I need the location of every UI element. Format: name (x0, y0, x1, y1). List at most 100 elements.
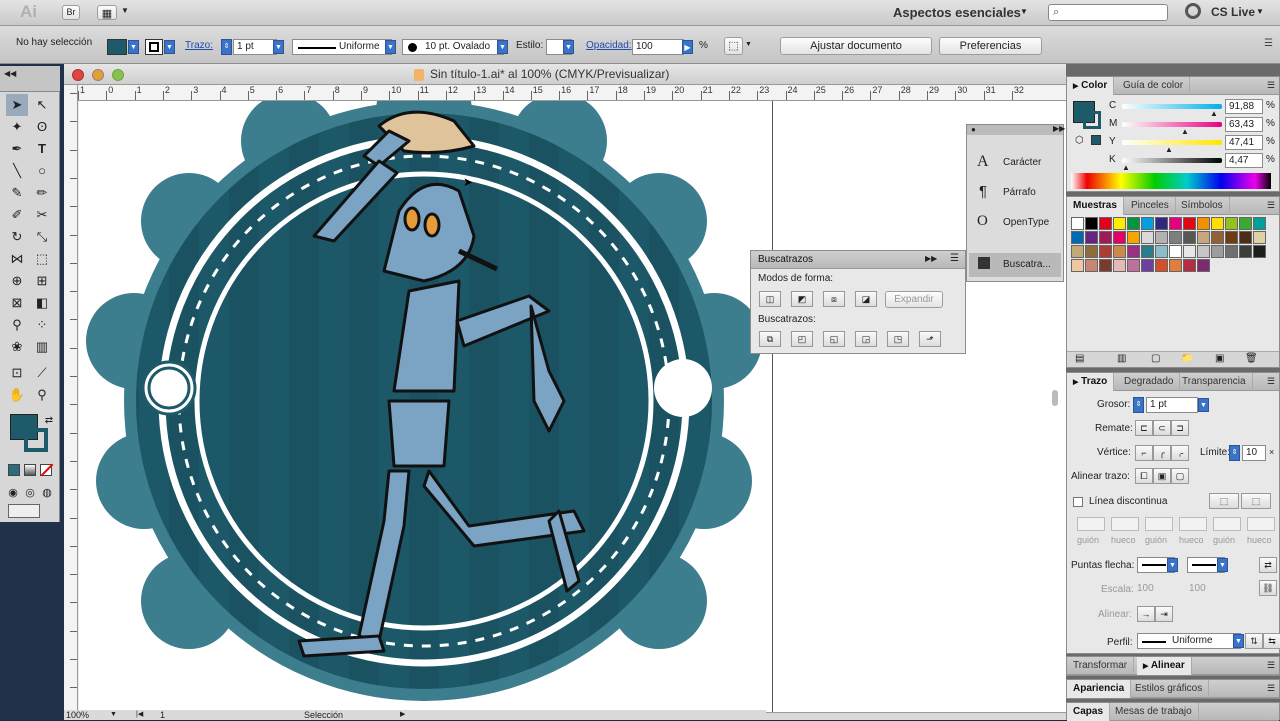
dash-field[interactable] (1179, 517, 1207, 531)
opacity-label[interactable]: Opacidad: (586, 40, 632, 52)
link-scale-icon[interactable]: ⛓ (1259, 580, 1277, 596)
butt-cap-icon[interactable]: ⊏ (1135, 420, 1153, 436)
dash-preserve-icon[interactable]: ⬚ (1209, 493, 1239, 509)
channel-slider[interactable] (1122, 122, 1222, 127)
swatch[interactable] (1225, 245, 1238, 258)
arrow-scale-end[interactable]: 100 (1189, 583, 1206, 595)
fill-dropdown-icon[interactable]: ▼ (128, 40, 139, 54)
swatch[interactable] (1225, 217, 1238, 230)
exclude-icon[interactable]: ◪ (855, 291, 877, 307)
swatch[interactable] (1197, 217, 1210, 230)
weight-stepper[interactable]: ⇕ (1133, 397, 1144, 413)
character-panel-button[interactable]: A Carácter (967, 151, 1063, 175)
dash-field[interactable] (1145, 517, 1173, 531)
swatch[interactable] (1197, 259, 1210, 272)
end-arrowhead-dropdown-icon[interactable]: ▼ (1217, 558, 1228, 572)
show-swatch-kinds-icon[interactable]: ▥ (1117, 353, 1126, 364)
swatch-grid[interactable] (1071, 217, 1267, 337)
zoom-level[interactable]: 100% (66, 710, 89, 720)
artboard-canvas[interactable]: ➤ (79, 101, 1066, 712)
isolate-dropdown-icon[interactable]: ▼ (745, 41, 752, 48)
unite-icon[interactable]: ◫ (759, 291, 781, 307)
swatch[interactable] (1099, 245, 1112, 258)
tab-transform[interactable]: Transformar (1067, 657, 1135, 675)
swatch[interactable] (1155, 245, 1168, 258)
ellipse-tool-icon[interactable]: ○ (31, 160, 53, 182)
first-artboard-icon[interactable]: |◀ (136, 710, 143, 720)
merge-icon[interactable]: ◱ (823, 331, 845, 347)
scale-tool-icon[interactable]: ⤡ (31, 226, 53, 248)
swatch[interactable] (1155, 231, 1168, 244)
perspective-tool-icon[interactable]: ⊞ (31, 270, 53, 292)
pencil-tool-icon[interactable]: ✏ (31, 182, 53, 204)
swatch[interactable] (1113, 259, 1126, 272)
graph-tool-icon[interactable]: ▥ (31, 336, 53, 358)
stroke-dropdown-icon[interactable]: ▼ (164, 40, 175, 54)
tab-symbols[interactable]: Símbolos (1175, 197, 1230, 215)
dash-field[interactable] (1111, 517, 1139, 531)
stroke-profile-dropdown-icon[interactable]: ▼ (385, 40, 396, 54)
hand-tool-icon[interactable]: ✋ (6, 384, 28, 406)
dash-field[interactable] (1247, 517, 1275, 531)
cs-live-icon[interactable] (1185, 3, 1201, 19)
swatch[interactable] (1141, 217, 1154, 230)
new-color-group-icon[interactable]: 📁 (1181, 353, 1193, 364)
dashed-line-checkbox[interactable] (1073, 497, 1083, 507)
adjust-document-button[interactable]: Ajustar documento (780, 37, 932, 55)
channel-slider[interactable] (1122, 104, 1222, 109)
preferences-button[interactable]: Preferencias (939, 37, 1042, 55)
swatch[interactable] (1155, 259, 1168, 272)
swatch[interactable] (1225, 231, 1238, 244)
screen-mode-icon[interactable] (8, 504, 40, 518)
channel-slider-thumb[interactable]: ▲ (1165, 145, 1173, 154)
swatch-libraries-icon[interactable]: ▤ (1075, 353, 1084, 364)
close-window-icon[interactable] (72, 69, 84, 81)
gradient-tool-icon[interactable]: ◧ (31, 292, 53, 314)
tab-artboards[interactable]: Mesas de trabajo (1109, 703, 1199, 721)
free-transform-tool-icon[interactable]: ⬚ (31, 248, 53, 270)
intersect-icon[interactable]: ⧈ (823, 291, 845, 307)
cs-live-dropdown-icon[interactable]: ▼ (1256, 7, 1264, 16)
color-spectrum[interactable] (1071, 173, 1271, 189)
vertical-scrollbar[interactable] (1052, 390, 1058, 406)
swatch[interactable] (1099, 259, 1112, 272)
workspace-switcher[interactable]: Aspectos esenciales (893, 5, 1021, 20)
channel-slider-thumb[interactable]: ▲ (1181, 127, 1189, 136)
channel-value-field[interactable]: 47,41 (1225, 135, 1263, 150)
tab-layers[interactable]: Capas (1067, 703, 1111, 721)
bevel-join-icon[interactable]: ⌌ (1171, 445, 1189, 461)
weight-dropdown-icon[interactable]: ▼ (1198, 398, 1209, 412)
style-dropdown-icon[interactable]: ▼ (563, 40, 574, 54)
swatch[interactable] (1113, 231, 1126, 244)
artboard-number[interactable]: 1 (160, 710, 165, 720)
tab-stroke[interactable]: ▶ Trazo (1067, 373, 1115, 391)
profile-select[interactable]: Uniforme (1137, 633, 1241, 649)
tab-color[interactable]: ▶ Color (1067, 77, 1115, 95)
trim-icon[interactable]: ◰ (791, 331, 813, 347)
stroke-profile-select[interactable]: Uniforme (292, 39, 392, 55)
width-tool-icon[interactable]: ⋈ (6, 248, 28, 270)
symbol-sprayer-tool-icon[interactable]: ❀ (6, 336, 28, 358)
delete-swatch-icon[interactable]: 🗑 (1245, 353, 1258, 364)
tab-brushes[interactable]: Pinceles (1125, 197, 1176, 215)
swatch[interactable] (1211, 245, 1224, 258)
shape-builder-tool-icon[interactable]: ⊕ (6, 270, 28, 292)
swatch[interactable] (1155, 217, 1168, 230)
align-inside-icon[interactable]: ▣ (1153, 468, 1171, 484)
swatch[interactable] (1071, 217, 1084, 230)
swatch[interactable] (1085, 245, 1098, 258)
swatch[interactable] (1169, 245, 1182, 258)
swatch[interactable] (1169, 231, 1182, 244)
swatch[interactable] (1127, 217, 1140, 230)
horizontal-ruler[interactable]: 1 0 1 2 3 4 5 6 7 8 9 10 11 12 13 14 15 16 17 18 19 20 21 22 23 2… (78, 85, 1066, 101)
control-bar-menu-icon[interactable]: ☰ (1264, 38, 1273, 49)
round-cap-icon[interactable]: ⊂ (1153, 420, 1171, 436)
swatch[interactable] (1071, 245, 1084, 258)
zoom-window-icon[interactable] (112, 69, 124, 81)
status-menu-arrow-icon[interactable]: ▶ (400, 710, 405, 720)
flip-across-icon[interactable]: ⇆ (1263, 633, 1280, 649)
gradient-mode-icon[interactable] (24, 464, 36, 476)
swap-arrowheads-icon[interactable]: ⇄ (1259, 557, 1277, 573)
profile-dropdown-icon[interactable]: ▼ (1233, 634, 1244, 648)
stroke-color-swatch[interactable] (145, 39, 163, 55)
